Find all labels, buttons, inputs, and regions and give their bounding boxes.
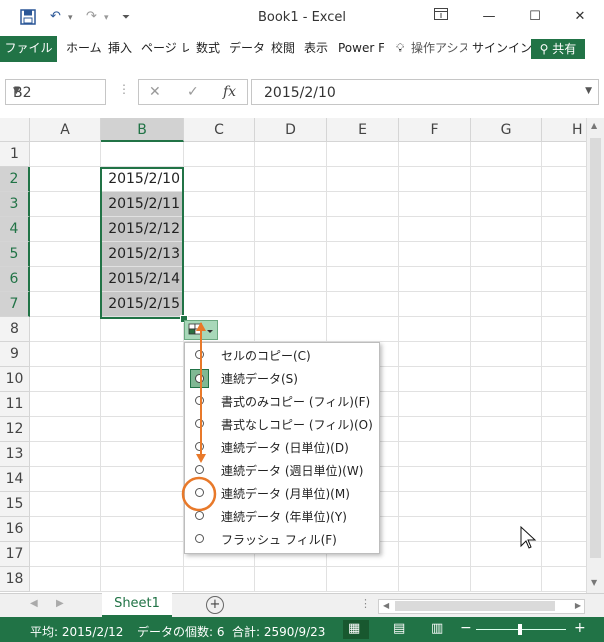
share-button[interactable]: ⚲ 共有 <box>531 39 585 59</box>
tab-data[interactable]: データ <box>229 36 265 62</box>
tab-view[interactable]: 表示 <box>304 36 328 62</box>
tell-me-box[interactable]: 操作アシス <box>411 36 467 62</box>
tab-scroll-right-icon[interactable]: ▶ <box>56 598 64 609</box>
insert-function-icon[interactable]: fx <box>223 84 236 100</box>
worksheet-grid[interactable]: A B C D E F G H 1 2 3 4 5 6 7 8 9 10 11 12 13 14 15 16 1… <box>0 118 586 593</box>
formula-bar: B2 ▼ ⋮ ✕ ✓ fx 2015/2/10 ▼ <box>0 62 604 117</box>
status-count: データの個数: 6 <box>137 625 225 639</box>
name-box[interactable]: B2 ▼ <box>5 79 106 105</box>
horizontal-scrollbar[interactable]: ◀ ▶ <box>378 599 585 614</box>
scroll-up-icon[interactable]: ▲ <box>591 121 597 130</box>
vertical-scroll-thumb[interactable] <box>590 138 601 558</box>
ribbon-display-options-icon[interactable] <box>427 6 455 28</box>
tab-home[interactable]: ホーム <box>66 36 102 62</box>
page-layout-view-icon[interactable]: ▤ <box>393 621 405 636</box>
vertical-scrollbar[interactable]: ▲ ▼ <box>586 118 604 593</box>
add-sheet-icon[interactable]: + <box>206 596 224 614</box>
minimize-icon[interactable]: — <box>475 6 503 28</box>
tab-page-layout[interactable]: ページ レ <box>141 36 189 62</box>
page-break-view-icon[interactable]: ▥ <box>431 621 443 636</box>
zoom-in-icon[interactable]: + <box>574 620 586 636</box>
enter-icon[interactable]: ✓ <box>187 84 199 100</box>
chevron-down-icon[interactable]: ▼ <box>13 86 99 96</box>
scroll-down-icon[interactable]: ▼ <box>591 578 597 587</box>
signin-link[interactable]: サインイン <box>472 36 532 60</box>
scroll-right-icon[interactable]: ▶ <box>575 601 581 610</box>
window-title: Book1 - Excel <box>257 10 347 25</box>
zoom-slider-thumb[interactable] <box>518 624 522 635</box>
tab-split-handle-icon[interactable]: ⋮ <box>360 597 371 610</box>
formula-buttons: ✕ ✓ fx <box>138 79 248 105</box>
tab-scroll-left-icon[interactable]: ◀ <box>30 598 38 609</box>
status-sum: 合計: 2590/9/23 <box>232 625 326 639</box>
formula-value: 2015/2/10 <box>264 85 336 101</box>
annotation-overlay <box>181 322 537 549</box>
tab-formulas[interactable]: 数式 <box>196 36 220 62</box>
status-average: 平均: 2015/2/12 <box>30 625 124 639</box>
person-icon: ⚲ <box>539 42 549 56</box>
status-bar: 平均: 2015/2/12 データの個数: 6 合計: 2590/9/23 ▦ … <box>0 617 604 642</box>
horizontal-scroll-thumb[interactable] <box>395 601 555 611</box>
tab-review[interactable]: 校閲 <box>271 36 295 62</box>
normal-view-icon: ▦ <box>348 621 361 636</box>
sheet-tab-bar: ◀ ▶ Sheet1 + ⋮ ◀ ▶ <box>0 593 604 618</box>
maximize-icon[interactable]: ☐ <box>521 6 549 28</box>
tab-file[interactable]: ファイル <box>0 36 57 62</box>
annotation-arrow-head-up <box>196 322 206 331</box>
title-bar: ↶ ▾ ↷ ▾ ⏷ Book1 - Excel — ☐ ✕ <box>0 0 604 36</box>
cancel-icon[interactable]: ✕ <box>149 84 161 100</box>
tab-insert[interactable]: 挿入 <box>108 36 132 62</box>
annotation-arrow-head-down <box>196 454 206 463</box>
close-icon[interactable]: ✕ <box>566 6 594 28</box>
share-label: 共有 <box>552 42 577 56</box>
formula-input[interactable]: 2015/2/10 ▼ <box>251 79 599 105</box>
lightbulb-icon[interactable]: 💡︎ <box>396 36 404 62</box>
zoom-out-icon[interactable]: − <box>460 620 472 636</box>
mouse-cursor-icon <box>520 525 537 549</box>
expand-formula-icon[interactable]: ▼ <box>585 86 592 96</box>
more-icon: ⋮ <box>118 82 130 96</box>
annotation-circle <box>181 476 217 512</box>
tab-power[interactable]: Power F <box>338 36 384 62</box>
scroll-left-icon[interactable]: ◀ <box>383 601 389 610</box>
sheet-tab-sheet1[interactable]: Sheet1 <box>102 593 172 618</box>
ribbon-tabs: ファイル ホーム 挿入 ページ レ 数式 データ 校閲 表示 Power F 💡… <box>0 36 604 63</box>
